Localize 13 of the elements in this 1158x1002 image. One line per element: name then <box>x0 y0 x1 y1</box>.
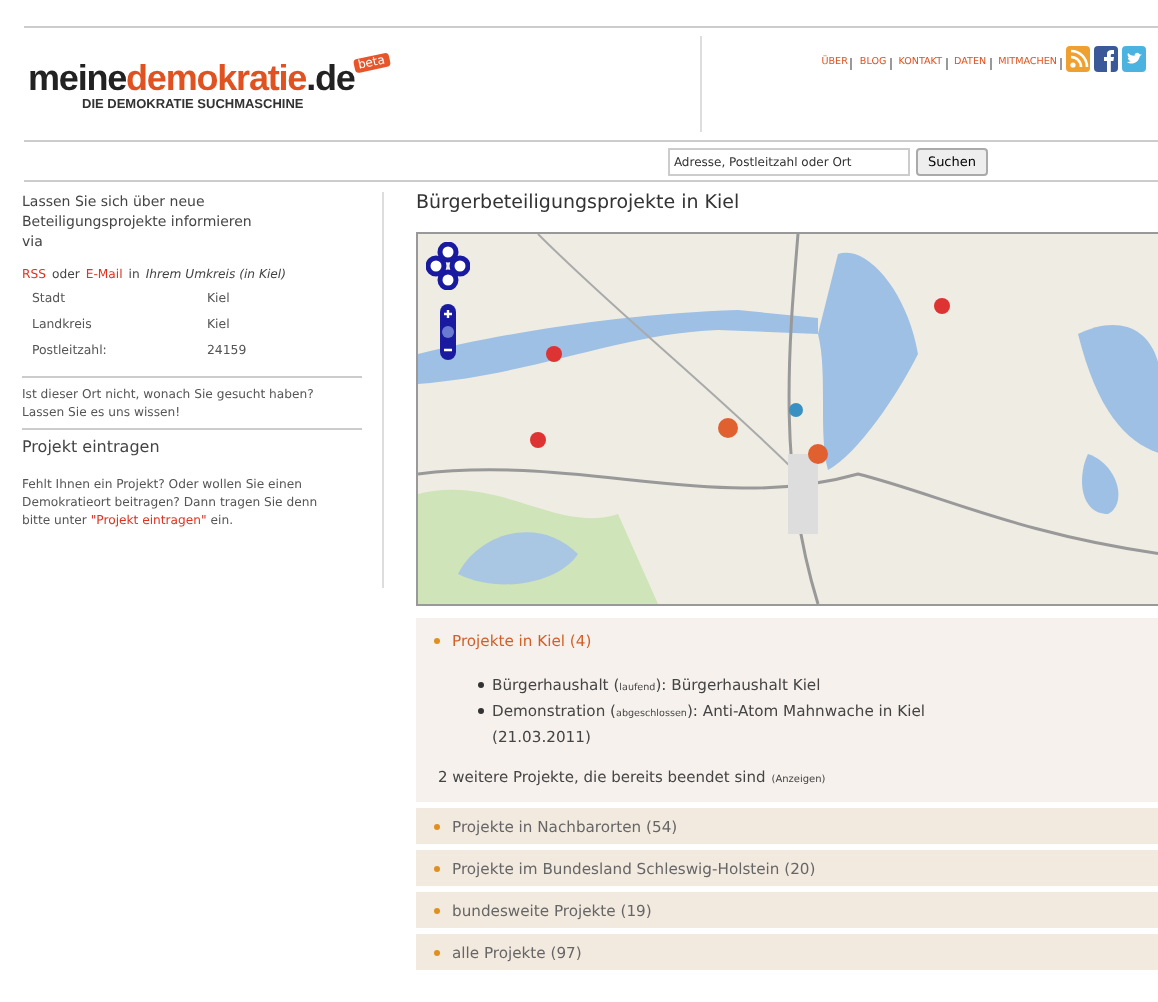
page-title: Bürgerbeteiligungsprojekte in Kiel <box>416 192 742 214</box>
pan-control-icon[interactable] <box>426 242 470 290</box>
bullet-icon <box>434 908 440 914</box>
bullet-icon <box>434 950 440 956</box>
bullet-icon <box>434 824 440 830</box>
zoom-control-icon[interactable] <box>438 302 458 362</box>
bullet-icon <box>434 866 440 872</box>
facebook-icon[interactable] <box>1094 46 1118 72</box>
site-logo[interactable]: meinedemokratie.de <box>28 60 355 96</box>
bullet-icon <box>434 638 440 644</box>
section-heading: Projekt eintragen <box>22 438 162 456</box>
bullet-icon <box>478 708 484 714</box>
bullet-icon <box>478 682 484 688</box>
